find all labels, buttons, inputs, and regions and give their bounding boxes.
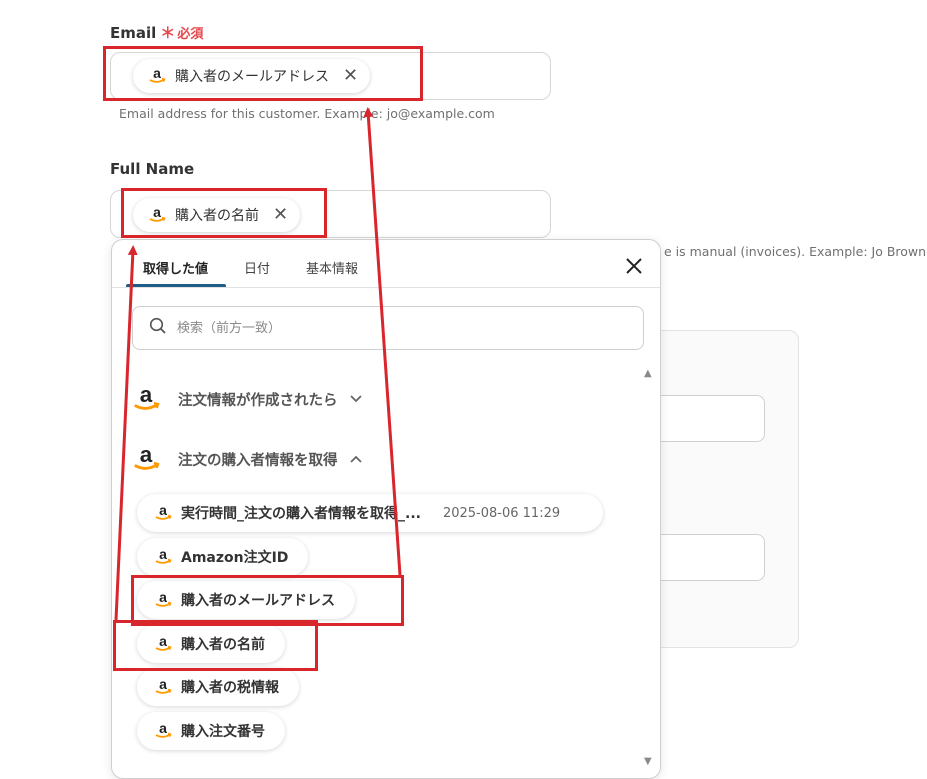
chevron-up-icon[interactable] <box>349 452 362 466</box>
scrollbar[interactable]: ▲ <box>642 368 656 768</box>
email-chip-label: 購入者のメールアドレス <box>175 69 329 85</box>
tab-acquired-values[interactable]: 取得した値 <box>143 258 208 277</box>
email-chip[interactable]: a 購入者のメールアドレス ✕ <box>133 59 371 93</box>
group-label: 注文の購入者情報を取得 <box>178 452 338 469</box>
amazon-logo-icon: a <box>153 634 173 654</box>
item-timestamp: 2025-08-06 11:29 <box>442 505 561 521</box>
required-text: 必須 <box>177 27 204 42</box>
svg-text:a: a <box>153 205 161 220</box>
amazon-logo-icon: a <box>130 383 162 415</box>
email-help-text: Email address for this customer. Example… <box>119 106 495 121</box>
svg-text:a: a <box>140 383 153 407</box>
list-item[interactable]: a Amazon注文ID <box>137 538 309 576</box>
email-label: Email ＊必須 <box>110 24 204 42</box>
amazon-logo-icon: a <box>153 721 173 741</box>
item-label: 購入者の税情報 <box>181 680 279 696</box>
list-item[interactable]: a 実行時間_注文の購入者情報を取得_... 2025-08-06 11:29 <box>137 494 603 532</box>
search-input[interactable] <box>175 319 599 337</box>
fullname-chip-label: 購入者の名前 <box>175 208 259 224</box>
svg-text:a: a <box>159 547 167 562</box>
svg-text:a: a <box>159 721 167 736</box>
svg-text:a: a <box>159 634 167 649</box>
item-label: 購入注文番号 <box>181 724 265 740</box>
svg-text:a: a <box>159 677 167 692</box>
amazon-logo-icon: a <box>153 590 173 610</box>
required-mark: ＊ <box>160 24 176 42</box>
tab-date[interactable]: 日付 <box>244 258 270 277</box>
remove-chip-icon[interactable]: ✕ <box>343 67 358 85</box>
svg-text:a: a <box>140 443 153 467</box>
fullname-label: Full Name <box>110 160 195 178</box>
search-icon <box>149 317 167 339</box>
scroll-up-icon[interactable]: ▲ <box>644 368 652 379</box>
scroll-down-icon[interactable]: ▼ <box>644 756 652 767</box>
svg-text:a: a <box>159 590 167 605</box>
group-label: 注文情報が作成されたら <box>178 392 338 409</box>
amazon-logo-icon: a <box>153 677 173 697</box>
tab-bar-divider <box>112 287 660 288</box>
list-item[interactable]: a 購入者のメールアドレス <box>137 581 355 619</box>
value-picker-popup: 取得した値 日付 基本情報 ▲ a 注文情報が作成されたら a 注文の購入者情報… <box>111 239 661 779</box>
svg-text:a: a <box>153 66 161 81</box>
fullname-help-text-tail: e is manual (invoices). Example: Jo Brow… <box>664 244 927 259</box>
amazon-logo-icon: a <box>147 66 167 86</box>
remove-chip-icon[interactable]: ✕ <box>273 206 288 224</box>
tab-basic-info[interactable]: 基本情報 <box>306 258 358 277</box>
svg-text:a: a <box>159 503 167 518</box>
background-panel <box>640 330 799 648</box>
item-label: 実行時間_注文の購入者情報を取得_... <box>181 506 421 522</box>
amazon-logo-icon: a <box>130 443 162 475</box>
list-item[interactable]: a 購入注文番号 <box>137 712 285 750</box>
search-box[interactable] <box>132 306 644 350</box>
list-item[interactable]: a 購入者の名前 <box>137 625 285 663</box>
list-item[interactable]: a 購入者の税情報 <box>137 668 299 706</box>
item-label: Amazon注文ID <box>181 550 289 566</box>
amazon-logo-icon: a <box>147 205 167 225</box>
fullname-chip[interactable]: a 購入者の名前 ✕ <box>133 198 301 232</box>
item-label: 購入者のメールアドレス <box>181 593 335 609</box>
group-buyer-info[interactable]: a 注文の購入者情報を取得 <box>130 443 362 475</box>
chevron-down-icon[interactable] <box>349 392 362 406</box>
item-label: 購入者の名前 <box>181 637 265 653</box>
close-icon[interactable] <box>624 256 644 276</box>
amazon-logo-icon: a <box>153 503 173 523</box>
group-order-created[interactable]: a 注文情報が作成されたら <box>130 383 362 415</box>
amazon-logo-icon: a <box>153 547 173 567</box>
